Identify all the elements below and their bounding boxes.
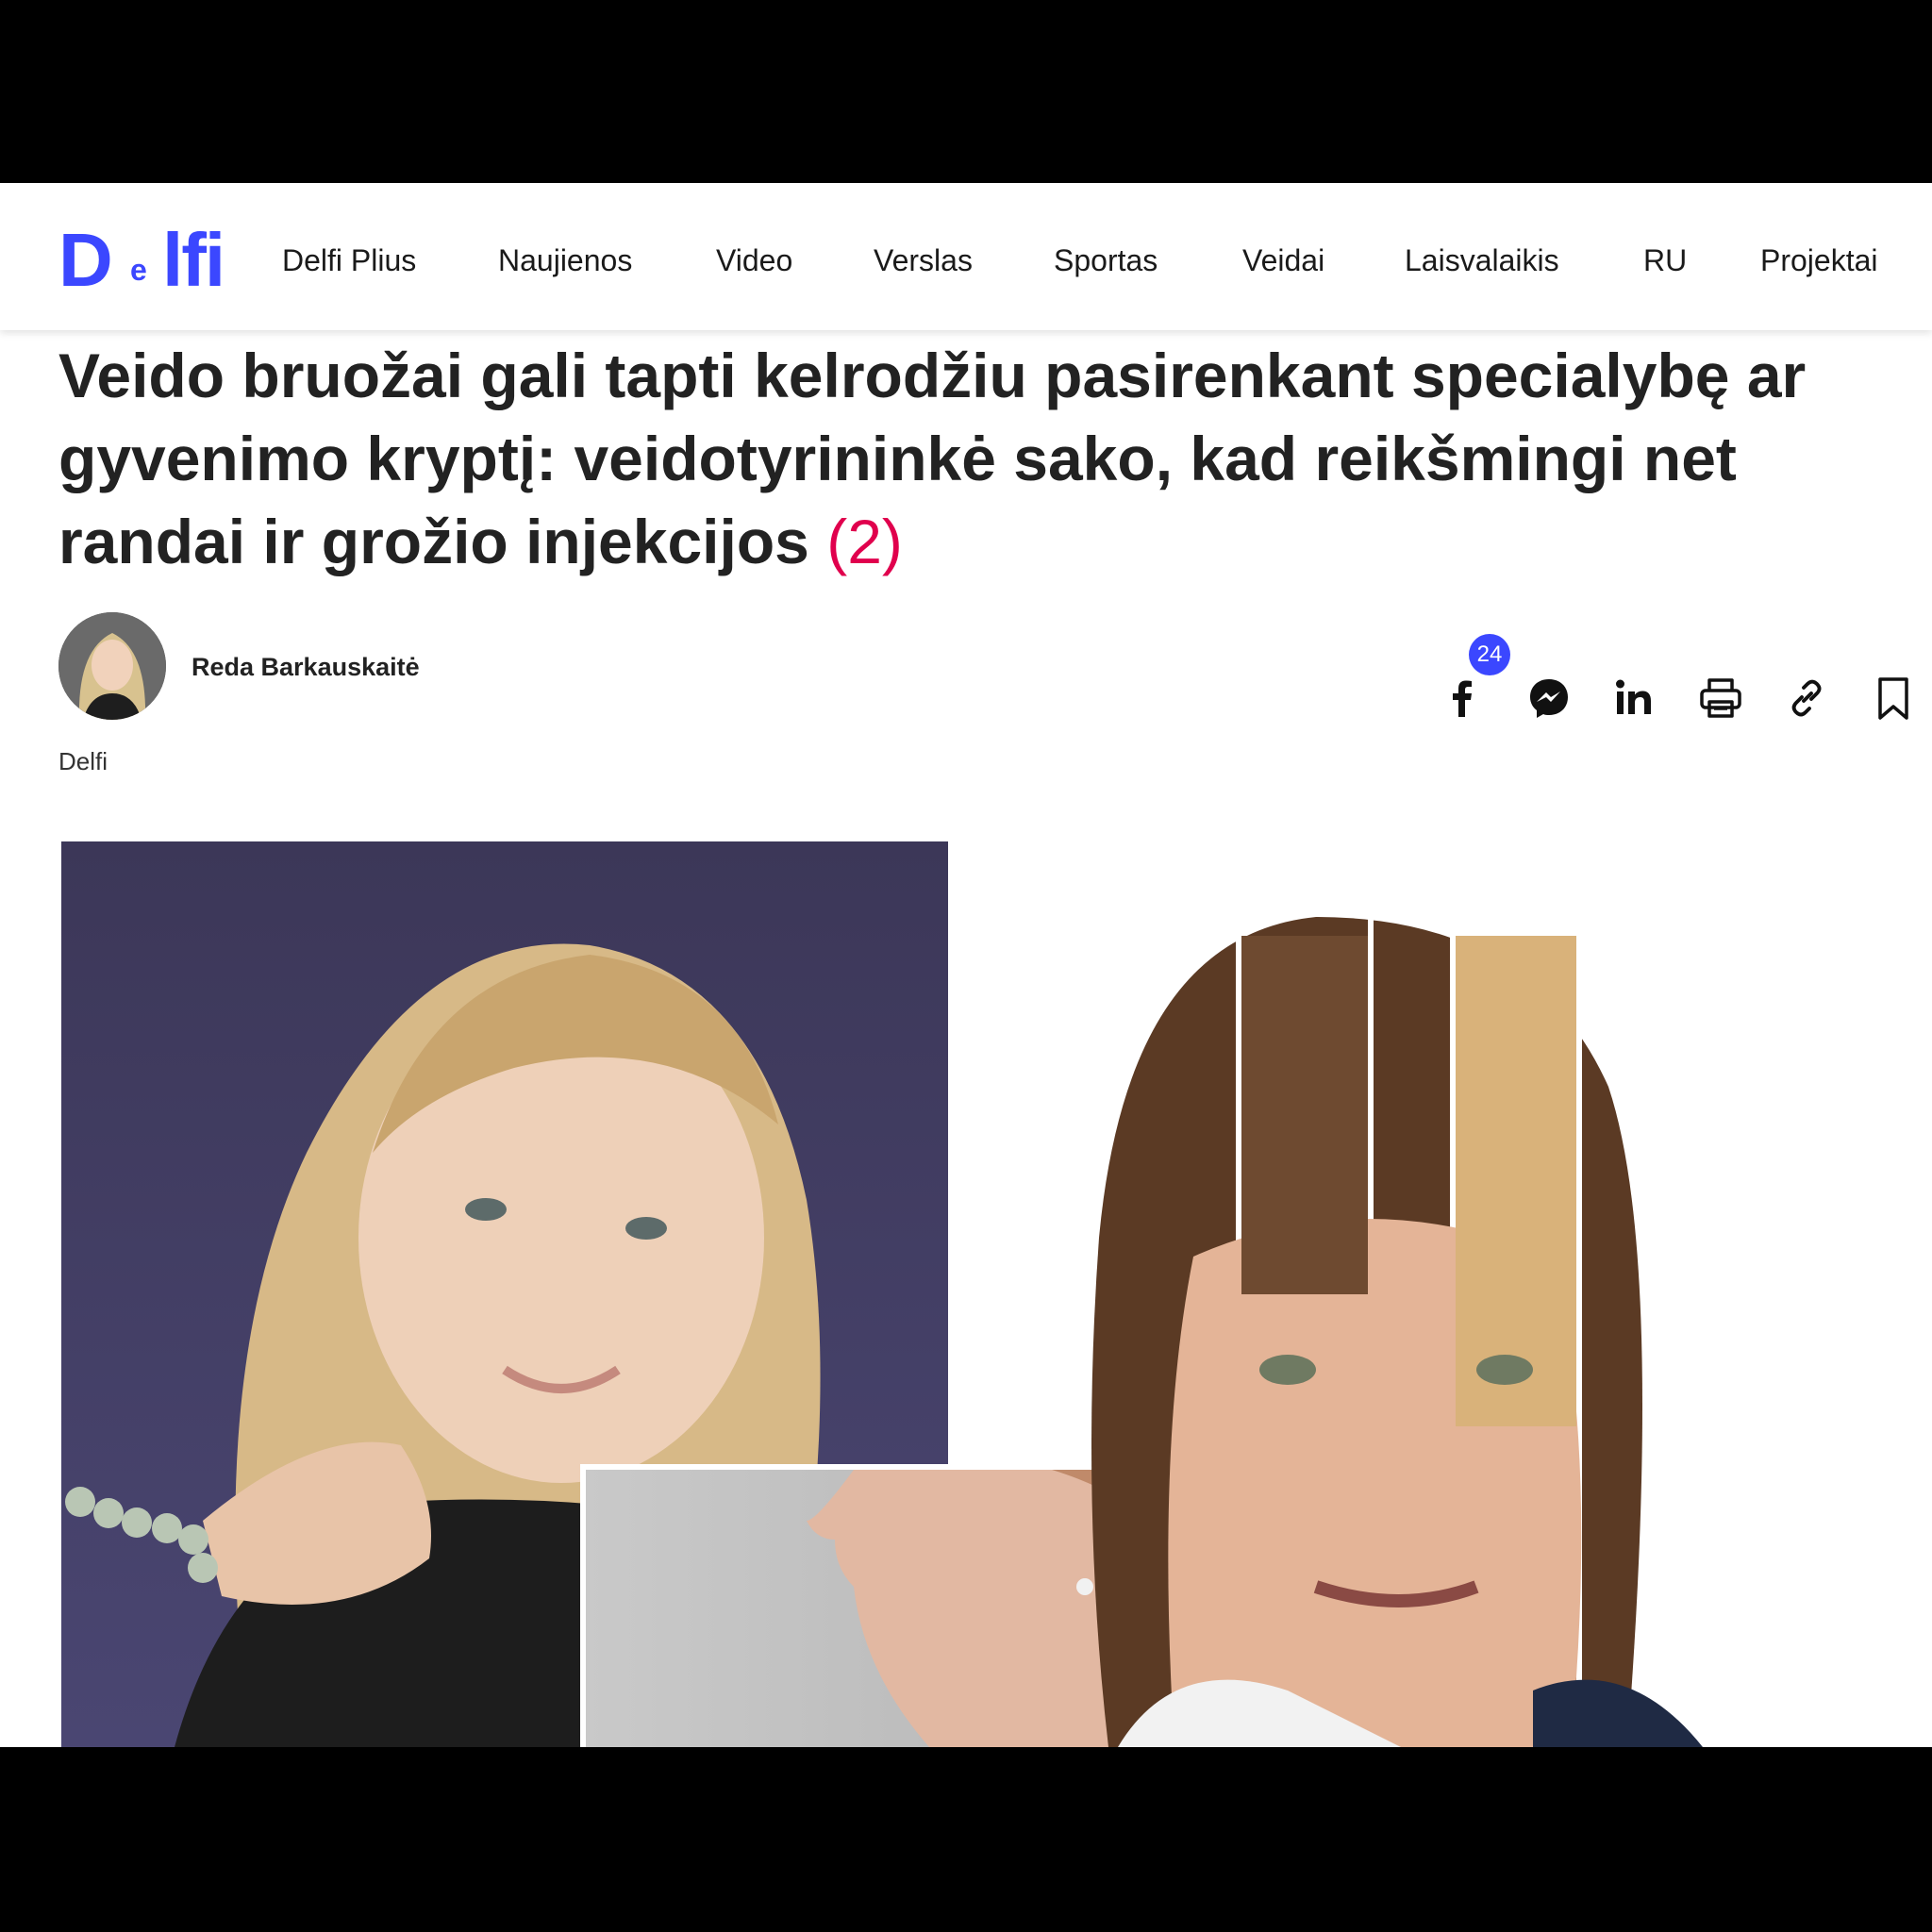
- linkedin-icon: [1616, 679, 1651, 714]
- author-portrait-image: [58, 612, 166, 720]
- nav-item-verslas[interactable]: Verslas: [874, 242, 973, 279]
- nav-item-projektai[interactable]: Projektai: [1760, 242, 1878, 279]
- author-name-link[interactable]: Reda Barkauskaitė: [192, 653, 420, 682]
- bookmark-button[interactable]: [1867, 672, 1920, 724]
- face-collage-image: [61, 841, 1932, 1747]
- facebook-icon: [1453, 680, 1472, 717]
- author-avatar[interactable]: [58, 612, 166, 720]
- site-header: D e lfi Delfi Plius Naujienos Video Vers…: [0, 183, 1932, 330]
- nav-item-delfi-plius[interactable]: Delfi Plius: [282, 242, 416, 279]
- messenger-icon: [1530, 679, 1568, 718]
- copy-link-button[interactable]: [1780, 672, 1833, 724]
- linkedin-share-button[interactable]: [1608, 672, 1661, 724]
- nav-item-veidai[interactable]: Veidai: [1242, 242, 1324, 279]
- nav-item-sportas[interactable]: Sportas: [1054, 242, 1158, 279]
- article-hero-image: [61, 841, 1932, 1747]
- browser-viewport: D e lfi Delfi Plius Naujienos Video Vers…: [0, 183, 1932, 1747]
- bookmark-icon: [1878, 677, 1908, 720]
- facebook-share-button[interactable]: [1436, 672, 1489, 724]
- comments-count-link[interactable]: (2): [826, 507, 903, 576]
- article-source: Delfi: [58, 747, 108, 775]
- print-button[interactable]: [1694, 672, 1747, 724]
- nav-item-laisvalaikis[interactable]: Laisvalaikis: [1405, 242, 1559, 279]
- article-title-text: Veido bruožai gali tapti kelrodžiu pasir…: [58, 341, 1807, 576]
- main-nav: Delfi Plius Naujienos Video Verslas Spor…: [0, 183, 1932, 330]
- nav-item-ru[interactable]: RU: [1643, 242, 1687, 279]
- link-icon: [1791, 679, 1822, 717]
- messenger-share-button[interactable]: [1523, 672, 1575, 724]
- article-title: Veido bruožai gali tapti kelrodžiu pasir…: [58, 334, 1898, 583]
- facebook-share-count-badge: 24: [1469, 634, 1510, 675]
- nav-item-naujienos[interactable]: Naujienos: [498, 242, 632, 279]
- nav-item-video[interactable]: Video: [716, 242, 792, 279]
- print-icon: [1700, 678, 1741, 718]
